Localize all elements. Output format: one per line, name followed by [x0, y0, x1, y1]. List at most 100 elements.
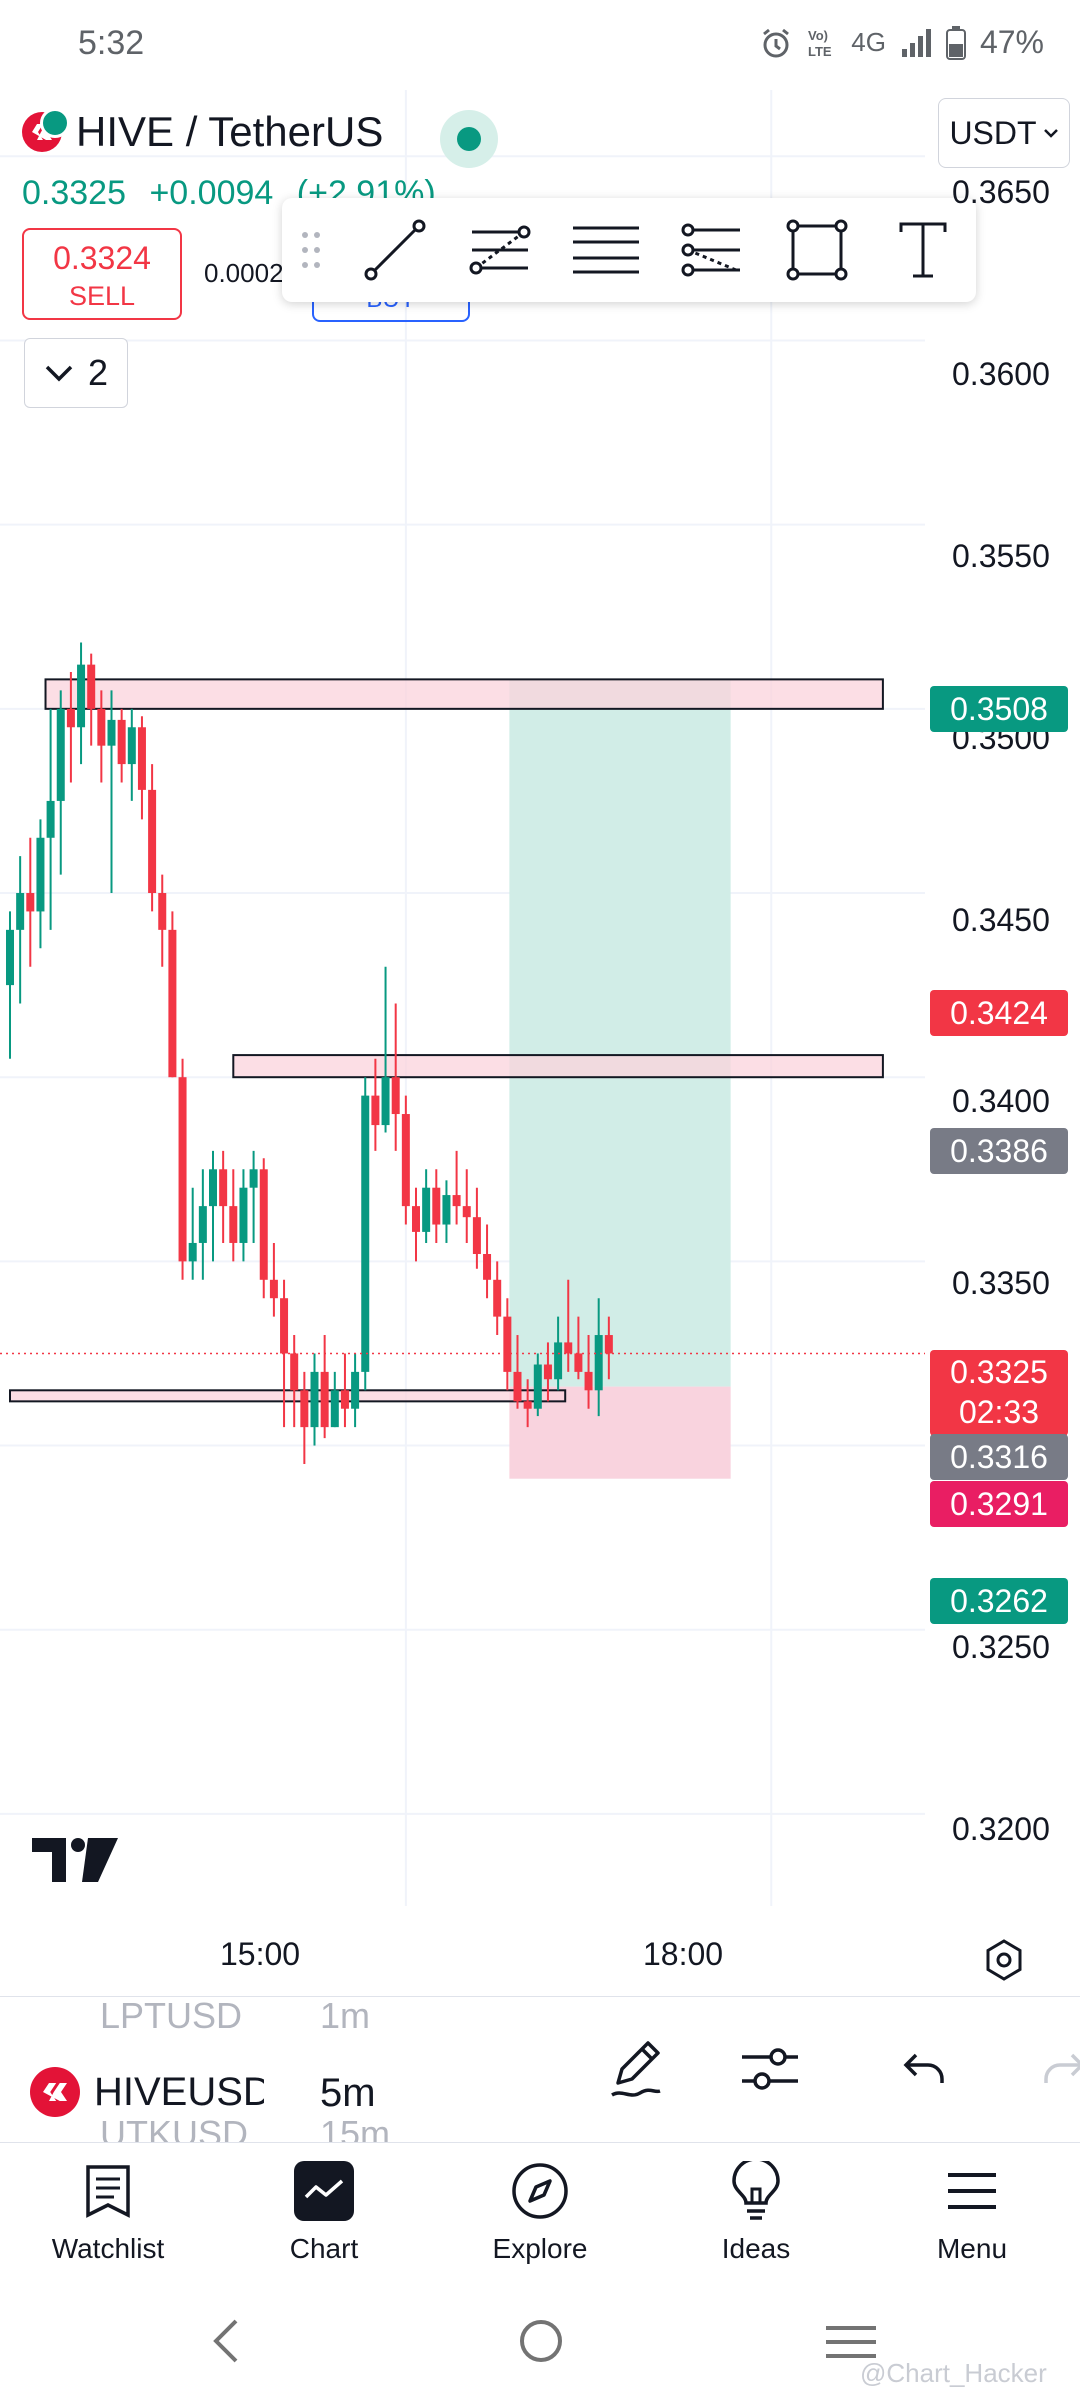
trend-line-tool[interactable]	[342, 198, 448, 302]
interval-picker[interactable]: 5m	[320, 2071, 376, 2116]
candle-body	[452, 1195, 461, 1207]
gray-price-tag: 0.3386	[930, 1128, 1068, 1174]
sliders-icon	[742, 2048, 798, 2090]
candle-body	[87, 664, 96, 709]
rectangle-tool[interactable]	[765, 198, 871, 302]
candle-body	[168, 929, 177, 1078]
parallel-channel-tool[interactable]	[659, 198, 765, 302]
price-chart[interactable]	[0, 90, 1080, 2010]
candle-body	[483, 1254, 492, 1280]
candle-body	[46, 800, 55, 838]
candle-body	[503, 1316, 512, 1372]
symbol-title: HIVE / TetherUS	[76, 108, 384, 155]
nav-menu[interactable]: Menu	[864, 2143, 1080, 2273]
candle-body	[554, 1342, 563, 1380]
indicators-settings-button[interactable]	[736, 2035, 804, 2103]
candle-body	[320, 1371, 329, 1428]
svg-text:Vo): Vo)	[808, 28, 828, 43]
candle-body	[77, 664, 86, 728]
home-icon[interactable]	[518, 2318, 564, 2364]
text-icon	[899, 222, 947, 278]
bar-countdown: 02:33	[958, 1394, 1040, 1430]
prev-interval[interactable]: 1m	[320, 1995, 370, 2037]
price-tick: 0.3250	[952, 1629, 1050, 1665]
symbol-header[interactable]: HIVE / TetherUS	[22, 108, 383, 156]
svg-text:LTE: LTE	[808, 44, 832, 59]
horizontal-lines-tool[interactable]	[553, 198, 659, 302]
volte-icon: Vo)LTE	[808, 28, 832, 59]
currency-select[interactable]: USDT	[938, 98, 1070, 168]
candle-body	[188, 1242, 197, 1262]
candle-body	[280, 1298, 289, 1354]
candle-body	[269, 1279, 278, 1299]
candle-body	[56, 708, 65, 801]
candle-body	[381, 1077, 390, 1126]
candle-body	[290, 1353, 299, 1391]
last-price-tag: 0.3325 02:33	[930, 1350, 1068, 1436]
candle-body	[523, 1401, 532, 1409]
sell-button[interactable]: 0.3324 SELL	[22, 228, 182, 320]
high-price-tag: 0.3424	[930, 990, 1068, 1036]
text-tool[interactable]	[870, 198, 976, 302]
bottom-navigation: Watchlist Chart Explore Ideas Menu	[0, 2142, 1080, 2272]
symbol-picker[interactable]: HIVEUSD	[30, 2067, 264, 2117]
status-bar: 5:32 Vo) LTE 4G 47%	[0, 0, 1080, 90]
prev-symbol[interactable]: LPTUSD	[100, 1995, 242, 2037]
candle-body	[604, 1335, 613, 1354]
price-tick: 0.3200	[952, 1811, 1050, 1847]
nav-watchlist[interactable]: Watchlist	[0, 2143, 216, 2273]
tether-badge-icon	[40, 108, 70, 138]
drawing-tools-button[interactable]	[604, 2035, 672, 2103]
back-icon[interactable]	[210, 2318, 240, 2364]
drag-handle-icon[interactable]	[282, 198, 342, 302]
candle-body	[442, 1195, 451, 1225]
recent-apps-icon[interactable]	[826, 2324, 876, 2360]
battery-icon	[945, 25, 966, 60]
candle-body	[543, 1364, 552, 1380]
low-price-tag: 0.3262	[930, 1578, 1068, 1624]
undo-button[interactable]	[890, 2035, 958, 2103]
candle-body	[351, 1371, 360, 1409]
candle-body	[513, 1371, 522, 1402]
stop-loss-tag: 0.3291	[930, 1481, 1068, 1527]
indicators-collapse-button[interactable]: 2	[24, 338, 128, 408]
status-time: 5:32	[78, 24, 145, 62]
candle-body	[66, 708, 75, 728]
candle-body	[6, 929, 14, 986]
support-resistance-zone	[44, 678, 884, 710]
nav-ideas[interactable]: Ideas	[648, 2143, 864, 2273]
fib-retracement-tool[interactable]	[448, 198, 554, 302]
caret-down-icon	[1043, 129, 1058, 138]
sell-label: SELL	[68, 281, 136, 311]
hive-logo-icon	[30, 2067, 80, 2117]
price-tick: 0.3550	[952, 538, 1050, 574]
nav-chart[interactable]: Chart	[216, 2143, 432, 2273]
tradingview-logo-icon	[32, 1838, 118, 1882]
horizontal-lines-icon	[573, 226, 640, 274]
rectangle-icon	[786, 219, 848, 281]
last-price: 0.3325	[22, 174, 126, 212]
market-open-indicator[interactable]	[440, 110, 498, 168]
nav-label: Menu	[936, 2233, 1008, 2264]
redo-button[interactable]	[1030, 2035, 1080, 2103]
lightbulb-icon	[732, 2161, 780, 2220]
nav-explore[interactable]: Explore	[432, 2143, 648, 2273]
candle-body	[16, 893, 25, 930]
position-target-zone	[509, 679, 731, 1387]
status-icons: Vo) LTE 4G 47%	[759, 24, 1044, 61]
candle-body	[229, 1206, 238, 1243]
spread-value: 0.0002	[204, 258, 284, 288]
pencil-icon	[611, 2041, 661, 2097]
candle-body	[97, 708, 106, 746]
candle-body	[300, 1390, 309, 1428]
price-tick: 0.3650	[952, 174, 1050, 210]
candle-body	[158, 893, 167, 930]
sell-price: 0.3324	[53, 240, 151, 276]
price-change: +0.0094	[149, 174, 274, 212]
candle-body	[361, 1095, 370, 1372]
drawing-toolbar[interactable]	[282, 198, 976, 302]
candle-body	[584, 1371, 593, 1391]
nav-label: Watchlist	[51, 2233, 165, 2264]
chart-settings-icon[interactable]	[982, 1938, 1026, 1982]
candle-body	[330, 1390, 339, 1428]
